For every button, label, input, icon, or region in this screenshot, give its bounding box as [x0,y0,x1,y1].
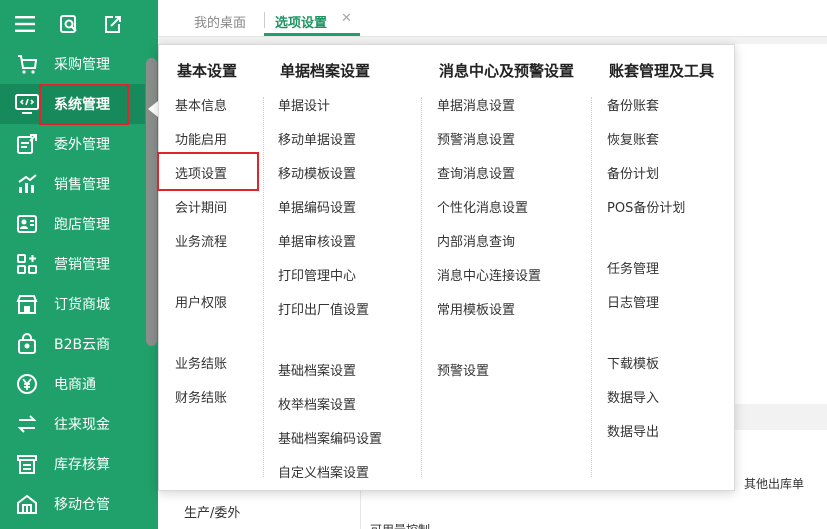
sidebar-item-b2b[interactable]: B2B云商 [0,324,145,364]
tab-options-settings[interactable]: 选项设置 [275,12,327,31]
menu-item-business-closing[interactable]: 业务结账 [175,353,227,372]
column-divider [263,97,264,477]
system-menu-highlight [39,84,129,125]
menu-item-log-management[interactable]: 日志管理 [607,292,659,311]
menu-item-download-template[interactable]: 下载模板 [607,353,659,372]
menu-item-task-management[interactable]: 任务管理 [607,258,659,277]
sidebar-item-cash[interactable]: 往来现金 [0,404,145,444]
menu-item-restore-account[interactable]: 恢复账套 [607,129,659,148]
menu-item-print-center[interactable]: 打印管理中心 [278,265,356,284]
sidebar-item-sales[interactable]: 销售管理 [0,164,145,204]
menu-item-common-templates[interactable]: 常用模板设置 [437,299,515,318]
col-message-settings-title: 消息中心及预警设置 [439,62,575,80]
menu-item-feature-enable[interactable]: 功能启用 [175,129,227,148]
page-background-band [158,37,827,44]
sidebar-item-label: 委外管理 [54,137,110,153]
col-document-settings-title: 单据档案设置 [280,62,371,80]
col-basic-settings-title: 基本设置 [177,62,238,80]
menu-item-backup-plan[interactable]: 备份计划 [607,163,659,182]
search-doc-icon[interactable] [58,13,80,35]
menu-item-query-message[interactable]: 查询消息设置 [437,163,515,182]
sidebar-item-label: 电商通 [54,377,96,393]
active-tab-indicator [264,33,360,36]
sidebar-item-label: 订货商城 [54,297,110,313]
tab-my-desktop[interactable]: 我的桌面 [194,12,246,31]
sidebar-item-purchase[interactable]: 采购管理 [0,44,145,84]
menu-item-accounting-period[interactable]: 会计期间 [175,197,227,216]
bag-icon [14,331,40,357]
column-divider [591,97,592,477]
warehouse-icon [14,451,40,477]
menu-item-internal-message-query[interactable]: 内部消息查询 [437,231,515,250]
menu-item-mobile-template-settings[interactable]: 移动模板设置 [278,163,356,182]
sidebar-item-outsource[interactable]: 委外管理 [0,124,145,164]
menu-item-business-flow[interactable]: 业务流程 [175,231,227,250]
chart-growth-icon [14,171,40,197]
sidebar-item-label: 移动仓管 [54,497,110,513]
sidebar-item-label: B2B云商 [54,337,111,353]
option-settings-highlight [157,152,259,191]
share-doc-icon[interactable] [102,13,124,35]
sidebar-item-label: 采购管理 [54,57,110,73]
sidebar-item-inventory[interactable]: 库存核算 [0,444,145,484]
available-quantity-control-label: 可用量控制 [370,521,430,529]
sidebar-item-label: 跑店管理 [54,217,110,233]
other-outbound-label: 其他出库单 [744,477,805,491]
menu-item-basic-info[interactable]: 基本信息 [175,95,227,114]
mobile-warehouse-icon [14,491,40,517]
sidebar-item-marketing[interactable]: 营销管理 [0,244,145,284]
menu-item-pos-backup-plan[interactable]: POS备份计划 [607,197,685,216]
menu-item-mobile-document-settings[interactable]: 移动单据设置 [278,129,356,148]
menu-item-base-archive-settings[interactable]: 基础档案设置 [278,360,356,379]
sidebar: 采购管理 系统管理 委外管理 销售管理 跑店管理 营销管理 订货商城 B2B云商… [0,0,158,529]
menu-item-enum-archive-settings[interactable]: 枚举档案设置 [278,394,356,413]
menu-item-user-permissions[interactable]: 用户权限 [175,292,227,311]
menu-item-message-center-connection[interactable]: 消息中心连接设置 [437,265,541,284]
menu-item-finance-closing[interactable]: 财务结账 [175,387,227,406]
menu-item-custom-archive-settings[interactable]: 自定义档案设置 [278,462,369,481]
menu-item-document-numbering[interactable]: 单据编码设置 [278,197,356,216]
menu-item-document-design[interactable]: 单据设计 [278,95,330,114]
sidebar-item-label: 库存核算 [54,457,110,473]
menu-item-print-defaults[interactable]: 打印出厂值设置 [278,299,369,318]
menu-item-document-approval[interactable]: 单据审核设置 [278,231,356,250]
sidebar-item-label: 营销管理 [54,257,110,273]
cart-icon [14,51,40,77]
menu-pointer [148,101,158,117]
menu-item-alert-message[interactable]: 预警消息设置 [437,129,515,148]
close-icon[interactable]: ✕ [341,11,352,26]
sidebar-item-label: 销售管理 [54,177,110,193]
menu-item-alert-settings[interactable]: 预警设置 [437,360,489,379]
bottom-divider [360,491,361,529]
menu-item-document-message[interactable]: 单据消息设置 [437,95,515,114]
monitor-code-icon [14,91,40,117]
sidebar-toolbar [0,0,158,48]
yen-circle-icon [14,371,40,397]
grid-plus-icon [14,251,40,277]
menu-icon[interactable] [14,13,36,35]
tab-separator [264,12,265,28]
id-card-icon [14,211,40,237]
outsource-icon [14,131,40,157]
col-account-tools-title: 账套管理及工具 [609,62,715,80]
menu-item-personal-message[interactable]: 个性化消息设置 [437,197,528,216]
sidebar-item-mobile-warehouse[interactable]: 移动仓管 [0,484,145,524]
menu-item-archive-numbering[interactable]: 基础档案编码设置 [278,428,382,447]
production-outsource-label: 生产/委外 [184,506,241,521]
sidebar-item-label: 往来现金 [54,417,110,433]
sidebar-item-order-mall[interactable]: 订货商城 [0,284,145,324]
sidebar-item-ecommerce[interactable]: 电商通 [0,364,145,404]
menu-item-data-export[interactable]: 数据导出 [607,421,659,440]
system-settings-menu: 基本设置 单据档案设置 消息中心及预警设置 账套管理及工具 基本信息 功能启用 … [158,44,735,491]
sidebar-item-store-visit[interactable]: 跑店管理 [0,204,145,244]
tab-bar: 我的桌面 选项设置 ✕ [158,0,827,37]
menu-item-data-import[interactable]: 数据导入 [607,387,659,406]
exchange-icon [14,411,40,437]
column-divider [421,97,422,477]
store-icon [14,291,40,317]
menu-item-backup-account[interactable]: 备份账套 [607,95,659,114]
